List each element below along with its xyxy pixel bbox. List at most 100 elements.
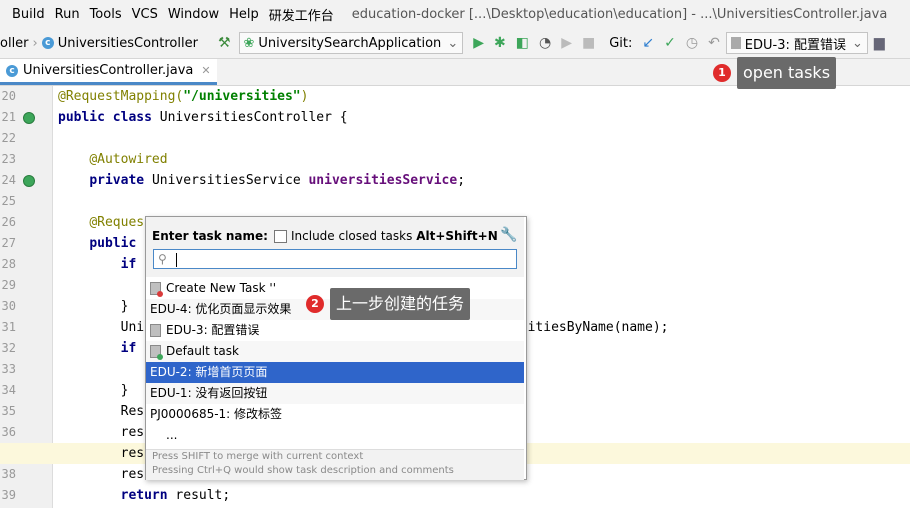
code-token: res (58, 446, 145, 461)
task-selector-label: EDU-3: 配置错误 (744, 37, 847, 53)
history-icon[interactable]: ◷ (686, 36, 698, 50)
commit-icon[interactable]: ✓ (664, 36, 676, 50)
breadcrumb-prev[interactable]: oller (0, 36, 29, 51)
update-project-icon[interactable]: ↙ (642, 36, 654, 50)
include-closed-text: Include closed tasks (291, 229, 413, 243)
toolbar: oller › c UniversitiesController ⚒ ❀ Uni… (0, 28, 910, 59)
breadcrumb: oller › c UniversitiesController (0, 36, 198, 51)
code-line: @RequestMapping("/universities") (0, 86, 910, 107)
menu-tools[interactable]: Tools (90, 7, 122, 22)
spring-icon: ❀ (243, 35, 255, 51)
code-token: universitiesService (308, 173, 458, 188)
task-icon (150, 324, 161, 337)
coverage-icon[interactable]: ◧ (516, 36, 529, 50)
code-token: } (58, 299, 129, 314)
task-item-label: EDU-1: 没有返回按钮 (150, 386, 268, 400)
menu-bar: Build Run Tools VCS Window Help 研发工作台 ed… (0, 0, 910, 28)
profile-icon[interactable]: ◔ (539, 36, 551, 50)
code-token: public (89, 236, 137, 251)
code-token: Res (58, 404, 145, 419)
code-text: if (58, 254, 137, 275)
task-item-label: PJ0000685-1: 修改标签 (150, 407, 283, 421)
code-text: Res (58, 401, 144, 422)
menu-vcs[interactable]: VCS (132, 7, 158, 22)
code-text: @Autowired (58, 149, 167, 170)
hammer-icon[interactable]: ⚒ (218, 36, 231, 50)
code-token: if (120, 341, 137, 356)
include-closed-label: Include closed tasks Alt+Shift+N (291, 229, 498, 243)
task-icon (150, 282, 163, 297)
footer-hint-2: Pressing Ctrl+Q would show task descript… (152, 465, 454, 476)
callout-created-task: 2 上一步创建的任务 (306, 288, 471, 320)
debug-icon[interactable]: ✱ (494, 36, 506, 50)
include-closed-checkbox[interactable] (274, 230, 287, 243)
wrench-icon[interactable]: 🔧 (500, 227, 517, 243)
chevron-down-icon: ⌄ (852, 35, 863, 51)
task-item-label: Create New Task '' (166, 281, 276, 295)
chevron-down-icon: ⌄ (447, 35, 459, 51)
task-item[interactable]: ... (146, 425, 524, 446)
code-token: UniversitiesService (151, 173, 309, 188)
run-icon[interactable]: ▶ (473, 36, 484, 50)
run-config-select[interactable]: ❀ UniversitySearchApplication ⌄ (238, 32, 464, 54)
shortcut-hint: Alt+Shift+N (416, 229, 498, 243)
task-item-label: ... (166, 428, 178, 442)
breadcrumb-current[interactable]: UniversitiesController (58, 36, 198, 51)
rollback-icon[interactable]: ↶ (708, 36, 720, 50)
git-label: Git: (609, 35, 633, 51)
window-title: education-docker [...\Desktop\education\… (351, 6, 888, 22)
menu-window[interactable]: Window (168, 7, 219, 22)
code-token: @RequestMapping( (58, 89, 184, 104)
code-line: return result; (0, 485, 910, 506)
menu-dev-workbench[interactable]: 研发工作台 (269, 5, 334, 24)
class-icon: c (6, 64, 18, 77)
code-text: public class UniversitiesController { (58, 107, 348, 128)
code-token: public class (58, 110, 160, 125)
tab-universities-controller[interactable]: c UniversitiesController.java ✕ (0, 59, 217, 85)
task-item[interactable]: EDU-3: 配置错误 (146, 320, 524, 341)
code-token: ; (457, 173, 466, 188)
task-item[interactable]: Default task (146, 341, 524, 362)
resume-icon[interactable]: ▶ (561, 36, 572, 50)
stop-icon[interactable]: ■ (582, 36, 595, 50)
code-token: "/universities" (183, 89, 301, 104)
task-item-label: EDU-4: 优化页面显示效果 (150, 302, 292, 316)
code-text: @RequestMapping("/universities") (58, 86, 308, 107)
code-token: res (58, 425, 145, 440)
search-icon: ⚲ (158, 252, 167, 266)
task-item-label: Default task (166, 344, 239, 358)
callout-text: 上一步创建的任务 (330, 288, 471, 320)
footer-hint-1: Press SHIFT to merge with current contex… (152, 451, 364, 462)
code-line: public class UniversitiesController { (0, 107, 910, 128)
open-task-popup: Enter task name: Include closed tasks Al… (145, 216, 527, 480)
task-search-input[interactable]: ⚲ (153, 249, 517, 269)
task-item[interactable]: PJ0000685-1: 修改标签 (146, 404, 524, 425)
folder-icon[interactable]: ▆ (874, 36, 885, 50)
callout-text: open tasks (737, 57, 837, 89)
close-icon[interactable]: ✕ (201, 64, 210, 77)
code-text: @Reques (58, 212, 144, 233)
code-token: private (89, 173, 152, 188)
task-item[interactable]: EDU-2: 新增首页页面 (146, 362, 524, 383)
popup-header: Enter task name: Include closed tasks Al… (146, 217, 524, 277)
text-caret (176, 253, 177, 267)
code-line: private UniversitiesService universities… (0, 170, 910, 191)
task-icon (150, 345, 163, 360)
code-text: } (58, 296, 129, 317)
menu-build[interactable]: Build (12, 7, 45, 22)
class-icon: c (41, 37, 54, 49)
menu-run[interactable]: Run (55, 7, 80, 22)
code-token: result; (175, 488, 231, 503)
task-selector[interactable]: EDU-3: 配置错误 ⌄ (725, 32, 868, 54)
code-text: res (58, 443, 144, 464)
task-item[interactable]: EDU-1: 没有返回按钮 (146, 383, 524, 404)
menu-help[interactable]: Help (229, 7, 259, 22)
popup-footer: Press SHIFT to merge with current contex… (146, 449, 524, 480)
